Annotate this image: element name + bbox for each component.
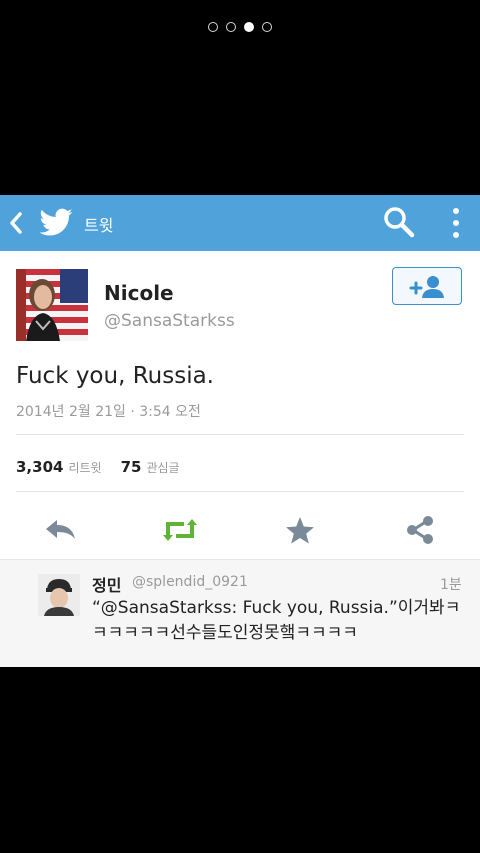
author-handle[interactable]: @SansaStarkss [104,311,235,331]
tweet-stats: 3,304 리트윗 75 관심글 [16,458,194,476]
tweet-screen: 트윗 Nicole @SansaStarkss Fuck you, Russia… [0,195,480,667]
divider [16,491,464,492]
avatar[interactable] [16,269,88,341]
follow-button[interactable] [392,267,462,305]
tweet-detail: Nicole @SansaStarkss Fuck you, Russia. 2… [0,251,480,559]
retweet-count[interactable]: 3,304 [16,458,63,476]
retweet-icon[interactable] [162,514,198,546]
tweet-text: Fuck you, Russia. [16,363,214,389]
follow-user-icon [409,276,444,298]
page-dot[interactable] [262,22,272,32]
reply-text: “@SansaStarkss: Fuck you, Russia.”이거봐ㅋㅋㅋ… [92,598,461,643]
search-icon[interactable] [382,205,416,239]
share-icon[interactable] [402,514,438,546]
reply-author-name[interactable]: 정민 [92,572,121,596]
twitter-bird-icon[interactable] [38,205,74,241]
page-dot-active[interactable] [244,22,254,32]
page-dot[interactable] [226,22,236,32]
author-name[interactable]: Nicole [104,281,174,305]
avatar[interactable] [38,574,80,616]
tweet-timestamp: 2014년 2월 21일 · 3:54 오전 [16,404,201,420]
reply-tweet[interactable]: 정민 @splendid_0921 1분 “@SansaStarkss: Fuc… [0,559,480,667]
reply-icon[interactable] [42,514,78,546]
chevron-left-icon[interactable] [8,211,24,235]
divider [16,434,464,435]
page-indicator [0,22,480,32]
overflow-menu-icon[interactable] [450,207,462,239]
app-bar: 트윗 [0,195,480,251]
tweet-actions [0,506,480,556]
page-dot[interactable] [208,22,218,32]
retweet-label[interactable]: 리트윗 [68,459,101,476]
reply-time: 1분 [440,577,462,593]
reply-author-handle[interactable]: @splendid_0921 [132,574,248,590]
favorite-label[interactable]: 관심글 [146,459,179,476]
favorite-count[interactable]: 75 [121,458,142,476]
screen-title: 트윗 [84,216,114,235]
star-icon[interactable] [282,514,318,546]
